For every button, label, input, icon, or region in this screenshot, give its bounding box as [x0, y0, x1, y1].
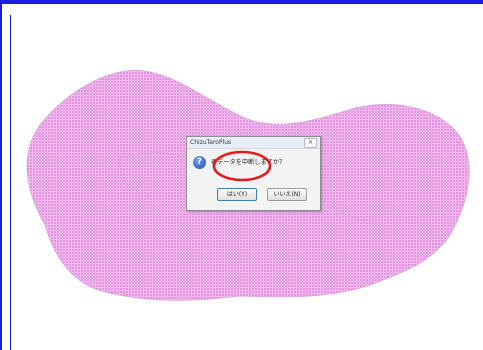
- dialog-titlebar: ChizuTaroPlus ✕: [187, 137, 320, 149]
- close-button[interactable]: ✕: [304, 138, 317, 148]
- dialog-message: 表データを中断しますか？: [211, 159, 286, 166]
- no-button[interactable]: いいえ(N): [267, 188, 307, 201]
- confirm-dialog: ChizuTaroPlus ✕ ? 表データを中断しますか？ はい(Y) いいえ…: [186, 136, 321, 211]
- question-icon: ?: [193, 156, 206, 169]
- yes-button[interactable]: はい(Y): [217, 188, 257, 201]
- dialog-title: ChizuTaroPlus: [190, 139, 232, 146]
